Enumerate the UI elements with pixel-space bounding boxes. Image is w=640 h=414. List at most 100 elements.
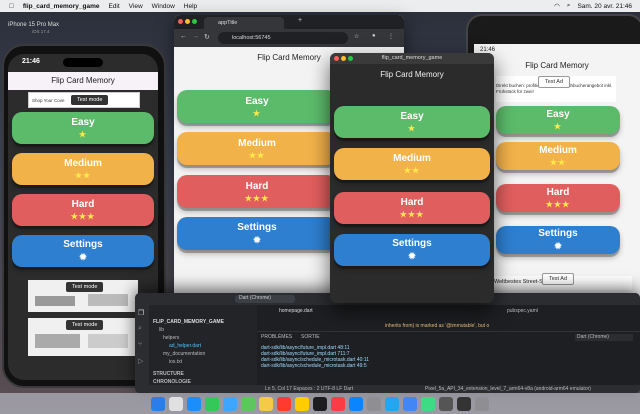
- app-store-icon[interactable]: [349, 396, 363, 411]
- macos-settings-button[interactable]: Settings ✹: [334, 234, 490, 266]
- settings-button[interactable]: Settings ✹: [12, 235, 154, 267]
- tab-apptitle[interactable]: appTitle: [204, 17, 284, 29]
- chrome-hard-button[interactable]: Hard ★★★: [177, 175, 337, 208]
- hard-button[interactable]: Hard ★★★: [12, 194, 154, 226]
- menu-edit[interactable]: Edit: [108, 3, 119, 10]
- simulator-icon[interactable]: [439, 396, 453, 411]
- android-easy-stars: ★: [553, 122, 563, 131]
- photos-icon[interactable]: [259, 396, 273, 411]
- ide-device-label: Dart (Chrome): [239, 295, 271, 301]
- maximize-dot[interactable]: [192, 19, 197, 24]
- chrome-icon[interactable]: [403, 396, 417, 411]
- android-hard-button[interactable]: Hard ★★★: [496, 184, 620, 212]
- ad-banner[interactable]: Shop Your Cove Test mode: [28, 92, 140, 108]
- menu-app-name[interactable]: flip_card_memory_game: [23, 3, 100, 10]
- status-position[interactable]: Ln 5, Col 17 Espaces : 2 UTF-8 LF Dart: [265, 386, 353, 392]
- chrome-settings-button[interactable]: Settings ✹: [177, 217, 337, 250]
- finder-icon[interactable]: [151, 396, 165, 411]
- explorer-icon[interactable]: ❐: [138, 309, 144, 317]
- status-device[interactable]: Pixel_5a_API_34_extension_level_7_arm64-…: [425, 386, 591, 392]
- close-dot[interactable]: [178, 19, 183, 24]
- folder-helpers[interactable]: helpers: [163, 335, 179, 341]
- notes-icon[interactable]: [295, 396, 309, 411]
- wifi-icon[interactable]: ◠: [554, 2, 560, 10]
- search-icon[interactable]: ⌕: [567, 2, 571, 10]
- outline-section[interactable]: STRUCTURE: [153, 371, 184, 377]
- ad-image-1[interactable]: Test mode: [28, 280, 138, 312]
- easy-button[interactable]: Easy ★: [12, 112, 154, 144]
- settings-app-icon[interactable]: [367, 396, 381, 411]
- minimize-dot[interactable]: [185, 19, 190, 24]
- android-medium-button[interactable]: Medium ★★: [496, 142, 620, 170]
- macos-medium-label: Medium: [393, 153, 431, 164]
- chrome-medium-stars: ★★: [248, 150, 266, 160]
- menu-dots-icon[interactable]: ⋮: [388, 33, 394, 40]
- menu-help[interactable]: Help: [184, 3, 197, 10]
- android-easy-button[interactable]: Easy ★: [496, 106, 620, 134]
- messages-icon[interactable]: [205, 396, 219, 411]
- apple-icon[interactable]: : [9, 3, 14, 10]
- macos-dock: [0, 393, 640, 414]
- ad-image-2[interactable]: Test mode: [28, 318, 138, 356]
- trash-icon[interactable]: [475, 396, 489, 411]
- macos-easy-button[interactable]: Easy ★: [334, 106, 490, 138]
- chrome-easy-button[interactable]: Easy ★: [177, 90, 337, 123]
- panel-device-select[interactable]: Dart (Chrome): [575, 334, 633, 341]
- menubar-clock[interactable]: Sam. 20 avr. 21:46: [577, 3, 632, 10]
- android-settings-button[interactable]: Settings ✹: [496, 226, 620, 254]
- easy-stars: ★: [78, 130, 88, 139]
- android-app-title: Flip Card Memory: [525, 61, 589, 70]
- macos-easy-stars: ★: [407, 124, 417, 133]
- panel-tab-problems[interactable]: PROBLÈMES: [261, 334, 292, 340]
- android-medium-stars: ★★: [549, 158, 567, 167]
- mac-menu-bar:  flip_card_memory_game Edit View Window…: [0, 0, 640, 12]
- hard-stars: ★★★: [70, 212, 96, 221]
- terminal-icon[interactable]: [457, 396, 471, 411]
- chrome-tab-strip: appTitle +: [174, 15, 404, 29]
- android-ad-banner[interactable]: Direkt buchen: profitieren Sie von Frühb…: [496, 76, 616, 102]
- source-control-icon[interactable]: ⑂: [138, 341, 142, 348]
- music-icon[interactable]: [331, 396, 345, 411]
- tab-pubspec[interactable]: pubspec.yaml: [507, 308, 538, 314]
- menu-view[interactable]: View: [129, 3, 143, 10]
- ide-warning-text: inherits from) is marked as '@immutable'…: [385, 323, 490, 329]
- safari-icon[interactable]: [187, 396, 201, 411]
- folder-my-documentation[interactable]: my_documentation: [163, 351, 205, 357]
- profile-icon[interactable]: ●: [372, 33, 376, 39]
- macos-medium-button[interactable]: Medium ★★: [334, 148, 490, 180]
- chrome-settings-label: Settings: [237, 221, 277, 233]
- vscode-icon[interactable]: [385, 396, 399, 411]
- chrome-medium-button[interactable]: Medium ★★: [177, 132, 337, 165]
- android-studio-icon[interactable]: [421, 396, 435, 411]
- address-bar[interactable]: localhost:56745: [218, 32, 348, 44]
- tab-homepage[interactable]: homepage.dart: [279, 308, 313, 314]
- medium-button[interactable]: Medium ★★: [12, 153, 154, 185]
- calendar-icon[interactable]: [277, 396, 291, 411]
- back-icon[interactable]: ←: [180, 33, 187, 40]
- bookmark-star-icon[interactable]: ☆: [354, 33, 359, 40]
- mail-icon[interactable]: [223, 396, 237, 411]
- android-bottom-ad[interactable]: Weltbestes Street-Sport Test Ad: [492, 273, 632, 290]
- reload-icon[interactable]: ↻: [204, 33, 210, 41]
- folder-lib[interactable]: lib: [159, 327, 164, 333]
- project-name[interactable]: FLIP_CARD_MEMORY_GAME: [153, 319, 224, 325]
- search-files-icon[interactable]: ⌕: [138, 325, 142, 333]
- menu-window[interactable]: Window: [152, 3, 175, 10]
- run-debug-icon[interactable]: ▷: [138, 357, 143, 365]
- maps-icon[interactable]: [241, 396, 255, 411]
- ide-device-select[interactable]: Dart (Chrome): [235, 295, 295, 303]
- macos-app-window: flip_card_memory_game Flip Card Memory E…: [330, 53, 494, 303]
- file-ad-helper[interactable]: ad_helper.dart: [169, 343, 201, 349]
- tv-icon[interactable]: [313, 396, 327, 411]
- macos-hard-button[interactable]: Hard ★★★: [334, 192, 490, 224]
- launchpad-icon[interactable]: [169, 396, 183, 411]
- android-hard-stars: ★★★: [545, 200, 571, 209]
- android-bottom-test-ad: Test Ad: [542, 273, 575, 285]
- chrome-toolbar: ← → ↻ localhost:56745 ☆ ● ⋮: [174, 29, 404, 47]
- chrome-gear-icon: ✹: [253, 234, 261, 245]
- panel-tab-output[interactable]: SORTIE: [301, 334, 320, 340]
- file-ios-txt[interactable]: ios.txt: [169, 359, 182, 365]
- new-tab-icon[interactable]: +: [298, 17, 302, 24]
- forward-icon[interactable]: →: [192, 33, 199, 40]
- chrome-medium-label: Medium: [238, 137, 276, 149]
